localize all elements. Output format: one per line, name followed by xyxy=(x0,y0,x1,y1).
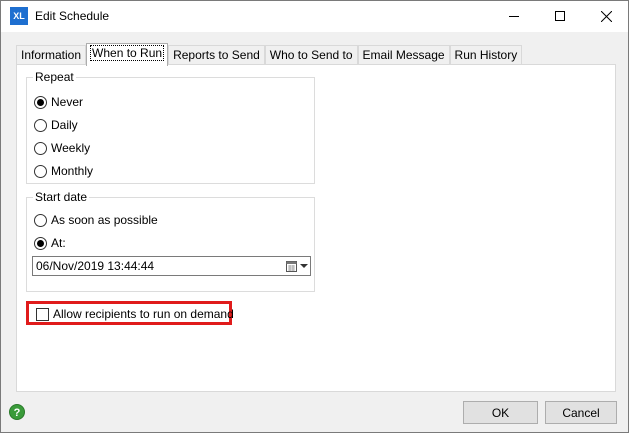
tab-when-to-run[interactable]: When to Run xyxy=(86,43,169,66)
radio-as-soon-as-possible[interactable]: As soon as possible xyxy=(34,212,158,228)
calendar-dropdown-button[interactable] xyxy=(282,259,308,273)
radio-label: Monthly xyxy=(51,164,94,178)
tab-who-to-send-to[interactable]: Who to Send to xyxy=(264,45,358,65)
maximize-icon xyxy=(555,11,565,21)
tab-label: Who to Send to xyxy=(269,48,353,62)
radio-weekly[interactable]: Weekly xyxy=(34,140,90,156)
radio-never[interactable]: Never xyxy=(34,94,83,110)
cancel-button[interactable]: Cancel xyxy=(545,401,617,424)
tab-label: When to Run xyxy=(90,45,165,61)
close-icon xyxy=(600,10,612,22)
tab-label: Email Message xyxy=(362,48,445,62)
chevron-down-icon xyxy=(300,263,308,268)
tab-information[interactable]: Information xyxy=(16,45,87,65)
allow-on-demand-label: Allow recipients to run on demand xyxy=(53,307,234,321)
radio-label: Never xyxy=(51,95,84,109)
help-icon[interactable]: ? xyxy=(9,404,25,420)
tab-run-history[interactable]: Run History xyxy=(449,45,523,65)
radio-button[interactable] xyxy=(34,141,47,155)
calendar-icon xyxy=(286,261,297,272)
title-bar: XL Edit Schedule xyxy=(1,1,628,32)
tab-label: Reports to Send xyxy=(173,48,260,62)
tab-email-message[interactable]: Email Message xyxy=(357,45,450,65)
close-button[interactable] xyxy=(583,1,629,31)
start-date-picker[interactable]: 06/Nov/2019 13:44:44 xyxy=(32,256,311,276)
repeat-group: Repeat Never Daily Weekly Monthly xyxy=(26,70,315,184)
radio-button[interactable] xyxy=(34,118,47,132)
minimize-button[interactable] xyxy=(491,1,537,31)
radio-monthly[interactable]: Monthly xyxy=(34,163,93,179)
radio-label: As soon as possible xyxy=(51,213,158,227)
allow-on-demand-highlight: Allow recipients to run on demand xyxy=(26,301,234,325)
start-date-group: Start date As soon as possible At: 06/No… xyxy=(26,190,315,292)
tab-label: Information xyxy=(21,48,82,62)
radio-button[interactable] xyxy=(34,95,47,109)
radio-label: Weekly xyxy=(51,141,91,155)
window-title: Edit Schedule xyxy=(35,9,110,23)
radio-label: Daily xyxy=(51,118,78,132)
radio-button[interactable] xyxy=(34,164,47,178)
tab-strip: Information When to Run Reports to Send … xyxy=(16,43,523,66)
repeat-legend: Repeat xyxy=(33,70,76,84)
radio-button[interactable] xyxy=(34,213,47,227)
edit-schedule-window: XL Edit Schedule Information When to Run… xyxy=(0,0,629,433)
app-icon: XL xyxy=(10,7,28,25)
radio-button[interactable] xyxy=(34,236,47,250)
radio-at[interactable]: At: xyxy=(34,235,66,251)
ok-button[interactable]: OK xyxy=(463,401,538,424)
when-to-run-panel: Repeat Never Daily Weekly Monthly Start … xyxy=(16,64,616,392)
minimize-icon xyxy=(509,15,519,17)
start-date-value[interactable]: 06/Nov/2019 13:44:44 xyxy=(36,259,154,273)
radio-label: At: xyxy=(51,236,66,250)
tab-reports-to-send[interactable]: Reports to Send xyxy=(168,45,265,65)
allow-on-demand-checkbox[interactable] xyxy=(36,308,49,321)
radio-daily[interactable]: Daily xyxy=(34,117,78,133)
maximize-button[interactable] xyxy=(537,1,583,31)
tab-label: Run History xyxy=(454,48,518,62)
start-date-legend: Start date xyxy=(33,190,90,204)
